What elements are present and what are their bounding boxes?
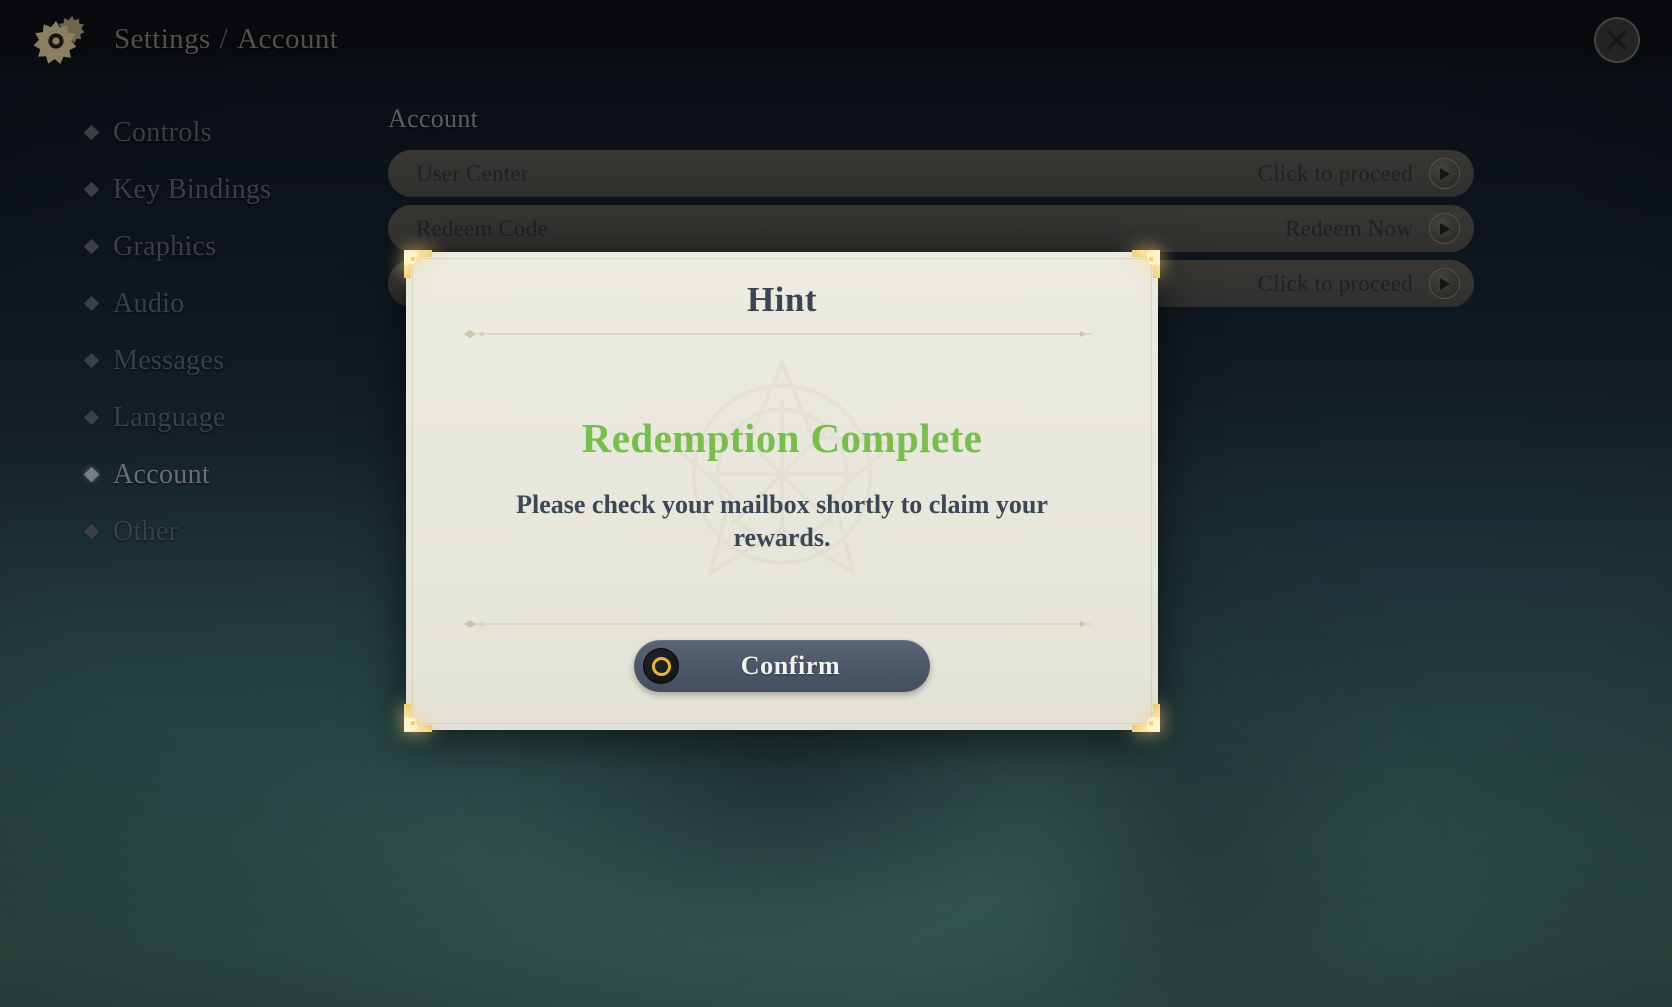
result-status-text: Redemption Complete xyxy=(581,415,983,461)
dialog-body: Redemption Complete Please check your ma… xyxy=(454,362,1110,555)
hint-dialog: Hint Redemption Complete Please check yo… xyxy=(404,250,1160,732)
gold-corner-ornament-icon xyxy=(1132,250,1160,278)
gold-corner-ornament-icon xyxy=(404,704,432,732)
modal-overlay: Hint Redemption Complete Please check yo… xyxy=(0,0,1672,1007)
gold-corner-ornament-icon xyxy=(404,250,432,278)
dialog-title: Hint xyxy=(746,280,818,319)
confirm-button-label: Confirm xyxy=(740,651,841,680)
confirm-button[interactable]: Confirm xyxy=(634,640,930,692)
diamond-divider-icon xyxy=(464,330,1092,338)
diamond-divider-icon xyxy=(464,620,1092,628)
key-ring-icon xyxy=(643,648,679,684)
dialog-message: Please check your mailbox shortly to cla… xyxy=(516,490,1048,553)
gold-corner-ornament-icon xyxy=(1132,704,1160,732)
